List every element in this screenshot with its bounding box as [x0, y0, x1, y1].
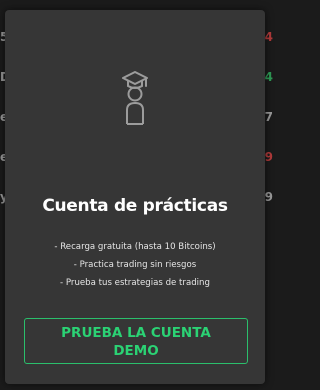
bg-fragment-right: 4 [264, 70, 273, 84]
feature-item: - Practica trading sin riesgos [73, 260, 197, 270]
feature-item: - Prueba tus estrategias de trading [60, 278, 210, 288]
bg-fragment-right: 4 [264, 30, 273, 44]
feature-item: - Recarga gratuita (hasta 10 Bitcoins) [54, 242, 216, 252]
demo-account-modal: Cuenta de prácticas - Recarga gratuita (… [5, 10, 265, 384]
try-demo-account-button[interactable]: PRUEBA LA CUENTA DEMO [24, 318, 248, 364]
modal-title: Cuenta de prácticas [42, 196, 228, 216]
graduate-user-icon [118, 68, 152, 132]
bg-fragment-right: 9 [264, 190, 273, 204]
bg-fragment-right: 9 [264, 150, 273, 164]
bg-fragment-right: 7 [264, 110, 273, 124]
feature-list: - Recarga gratuita (hasta 10 Bitcoins) -… [5, 238, 265, 292]
